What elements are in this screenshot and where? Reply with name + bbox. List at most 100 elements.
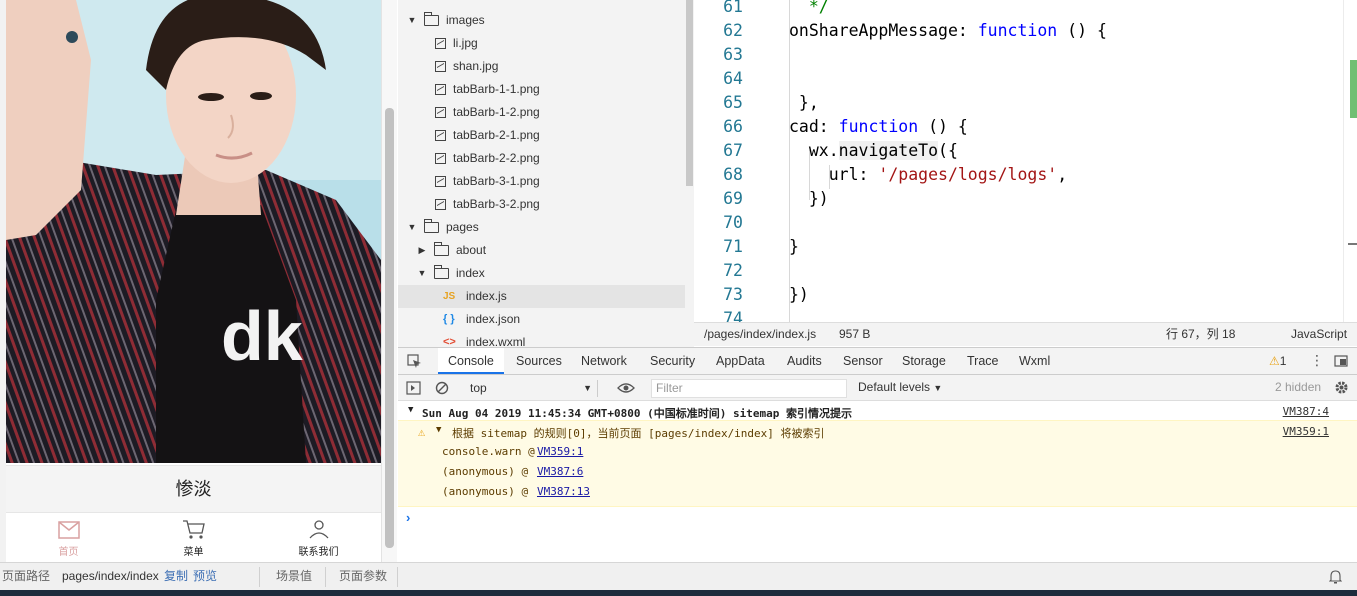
tree-label: images — [446, 13, 485, 27]
undock-icon[interactable] — [1334, 355, 1348, 367]
sidebar-toggle-icon[interactable] — [406, 381, 421, 395]
tab-trace[interactable]: Trace — [965, 348, 1001, 374]
code-keyword: function — [838, 117, 919, 136]
tree-label: index.wxml — [466, 335, 526, 347]
folder-icon — [434, 242, 449, 256]
tree-file[interactable]: tabBarb-3-2.png — [435, 193, 685, 216]
expand-arrow-icon: ▼ — [417, 268, 427, 278]
tree-file[interactable]: tabBarb-3-1.png — [435, 170, 685, 193]
tab-home[interactable]: 首页 — [6, 514, 131, 562]
settings-gear-icon[interactable] — [1334, 380, 1349, 395]
warning-counter[interactable]: ⚠1 — [1269, 354, 1286, 368]
tab-sources[interactable]: Sources — [514, 348, 564, 374]
expand-arrow-icon: ▼ — [407, 15, 417, 25]
tree-folder-images[interactable]: ▼ images — [406, 9, 685, 32]
scrollbar-thumb[interactable] — [686, 0, 693, 186]
stack-fn: (anonymous) @ — [442, 485, 529, 498]
tree-folder-index[interactable]: ▼ index — [416, 262, 685, 285]
tree-folder-pages[interactable]: ▼ pages — [406, 216, 685, 239]
tree-label: index.json — [466, 312, 521, 326]
folder-open-icon — [424, 12, 439, 26]
tree-label: tabBarb-2-1.png — [453, 128, 540, 142]
stack-link[interactable]: VM387:6 — [537, 465, 583, 478]
line-number: 71 — [723, 237, 743, 256]
cursor-position[interactable]: 行 67，列 18 — [1166, 323, 1235, 346]
tab-contact-label: 联系我们 — [298, 547, 339, 558]
tab-menu[interactable]: 菜单 — [131, 514, 256, 562]
image-file-icon — [435, 61, 446, 72]
tree-file[interactable]: tabBarb-1-2.png — [435, 101, 685, 124]
language-mode[interactable]: JavaScript — [1291, 323, 1347, 346]
context-select[interactable]: top ▼ — [470, 380, 598, 397]
code-text: onShareAppMessage: function () { — [789, 19, 1107, 43]
tree-file[interactable]: li.jpg — [435, 32, 685, 55]
tree-label: index — [456, 266, 485, 280]
tab-appdata[interactable]: AppData — [714, 348, 767, 374]
expand-arrow-icon: ▼ — [436, 425, 442, 435]
console-prompt[interactable]: › — [406, 510, 410, 525]
tree-file[interactable]: tabBarb-2-1.png — [435, 124, 685, 147]
source-link[interactable]: VM359:1 — [1283, 425, 1329, 438]
tree-label: pages — [446, 220, 479, 234]
expand-arrow-icon: ▼ — [408, 405, 414, 415]
page-params-button[interactable]: 页面参数 — [339, 563, 387, 590]
stack-fn: console.warn @ — [442, 445, 535, 458]
folder-open-icon — [434, 265, 449, 279]
wxml-file-icon: <> — [443, 336, 456, 347]
source-link[interactable]: VM387:4 — [1283, 405, 1329, 418]
inspect-element-icon[interactable] — [407, 354, 422, 369]
tree-file[interactable]: tabBarb-2-2.png — [435, 147, 685, 170]
clear-console-icon[interactable] — [435, 381, 449, 395]
simulator-scrollbar[interactable] — [381, 0, 397, 562]
svg-text:dk: dk — [221, 297, 303, 375]
tree-label: tabBarb-3-2.png — [453, 197, 540, 211]
tab-wxml[interactable]: Wxml — [1017, 348, 1052, 374]
tab-security[interactable]: Security — [648, 348, 697, 374]
notification-bell-icon[interactable] — [1329, 570, 1342, 584]
tree-folder-about[interactable]: ▶ about — [416, 239, 685, 262]
more-options-icon[interactable]: ⋮ — [1310, 352, 1324, 369]
line-number: 72 — [723, 261, 743, 280]
line-number: 69 — [723, 189, 743, 208]
stack-link[interactable]: VM359:1 — [537, 445, 583, 458]
tab-contact[interactable]: 联系我们 — [256, 514, 381, 562]
levels-dropdown[interactable]: Default levels ▼ — [858, 380, 942, 394]
tab-sensor[interactable]: Sensor — [841, 348, 885, 374]
filter-input[interactable]: Filter — [651, 379, 847, 398]
file-size: 957 B — [839, 327, 871, 341]
image-file-icon — [435, 84, 446, 95]
tab-storage[interactable]: Storage — [900, 348, 948, 374]
tree-file[interactable]: <> index.wxml — [443, 331, 685, 347]
line-number: 61 — [723, 0, 743, 16]
tree-file[interactable]: { } index.json — [443, 308, 685, 331]
scrollbar-thumb[interactable] — [385, 108, 394, 548]
image-file-icon — [435, 38, 446, 49]
image-file-icon — [435, 153, 446, 164]
tab-audits[interactable]: Audits — [785, 348, 824, 374]
eye-icon[interactable] — [617, 382, 635, 394]
tree-file[interactable]: shan.jpg — [435, 55, 685, 78]
image-file-icon — [435, 176, 446, 187]
tab-network[interactable]: Network — [579, 348, 629, 374]
scene-value-button[interactable]: 场景值 — [276, 563, 312, 590]
tab-bar: 首页 菜单 联系我们 — [6, 514, 381, 562]
tab-console[interactable]: Console — [438, 348, 504, 374]
preview-link[interactable]: 预览 — [193, 563, 217, 590]
line-number: 68 — [723, 165, 743, 184]
collapse-arrow-icon: ▶ — [418, 245, 426, 255]
hidden-count: 2 hidden — [1275, 380, 1322, 394]
tree-file[interactable]: tabBarb-1-1.png — [435, 78, 685, 101]
scroll-thumb[interactable] — [1350, 60, 1357, 118]
simulator-panel: dk 惨淡 首页 菜单 联系我们 — [0, 0, 397, 562]
console-warning: ⚠ ▼ 根据 sitemap 的规则[0]，当前页面 [pages/index/… — [398, 420, 1357, 507]
user-icon — [309, 520, 328, 539]
bottom-status-bar: 页面路径 pages/index/index 复制 预览 场景值 页面参数 — [0, 562, 1357, 590]
copy-link[interactable]: 复制 — [164, 563, 188, 590]
code-string: '/pages/logs/logs' — [878, 165, 1058, 184]
stack-link[interactable]: VM387:13 — [537, 485, 590, 498]
tree-file-selected[interactable]: JS index.js — [398, 285, 685, 308]
code-editor[interactable]: 61 */ 62 onShareAppMessage: function () {… — [694, 0, 1357, 322]
image-file-icon — [435, 199, 446, 210]
editor-scrollbar[interactable] — [1343, 0, 1357, 322]
tree-scrollbar[interactable] — [685, 0, 694, 347]
